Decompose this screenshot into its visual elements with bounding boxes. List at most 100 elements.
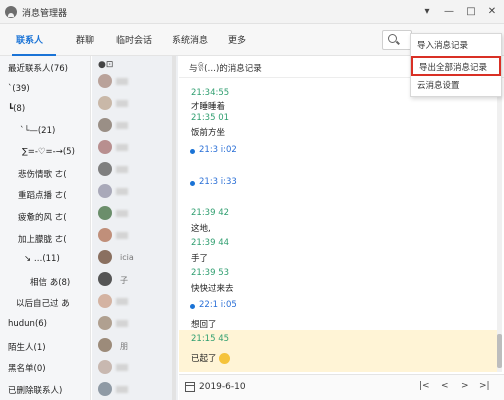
message-text: 这地, — [191, 224, 211, 234]
tab-groups[interactable]: 群聊 — [76, 33, 94, 46]
message-text: 才睡睡着 — [191, 102, 226, 112]
menu-item-import[interactable]: 导入消息记录 — [411, 36, 501, 56]
group-strangers[interactable]: 陌生人(1) — [8, 341, 46, 353]
contact-row[interactable] — [92, 180, 178, 204]
blurred-name — [116, 188, 128, 195]
message-text-content: 已起了 — [191, 354, 217, 364]
tab-system-messages[interactable]: 系统消息 — [172, 33, 208, 46]
current-date: 2019-6-10 — [199, 382, 246, 392]
message-footer: 2019-6-10 |< < > >| — [179, 374, 504, 400]
maximize-button[interactable]: □ — [462, 3, 480, 21]
avatar — [98, 338, 112, 352]
group-recent[interactable]: 最近联系人(76) — [8, 62, 68, 74]
conversation-title: 与ꐠ(…)的消息记录 — [189, 64, 262, 74]
blurred-name — [116, 364, 128, 371]
group-item[interactable]: 以后自己过 あ — [16, 297, 70, 309]
group-item[interactable]: 相信 あ(8) — [30, 276, 70, 288]
first-page-button[interactable]: |< — [419, 381, 430, 391]
message-time: 21:39 53 — [191, 268, 230, 278]
contact-row[interactable]: 子 — [92, 268, 178, 292]
group-deleted[interactable]: 已删除联系人) — [8, 384, 62, 396]
blurred-name — [116, 144, 128, 151]
group-item[interactable]: ↘ …(11) — [24, 254, 60, 264]
last-page-button[interactable]: >| — [479, 381, 490, 391]
avatar — [98, 316, 112, 330]
message-text: 饭前方坐 — [191, 128, 226, 138]
group-item[interactable]: 疲惫的风 ㄜ( — [18, 211, 67, 223]
blurred-name — [116, 100, 128, 107]
blurred-name — [116, 320, 128, 327]
avatar — [98, 96, 112, 110]
next-page-button[interactable]: > — [461, 381, 469, 391]
contact-row[interactable] — [92, 312, 178, 336]
message-history-panel: 与ꐠ(…)的消息记录 21:34:55 才睡睡着 21:35 01 饭前方坐 2… — [179, 56, 504, 400]
message-text: 手了 — [191, 254, 209, 264]
avatar — [98, 228, 112, 242]
blurred-name — [116, 78, 128, 85]
group-item[interactable]: 重蹈点播 ㄜ( — [18, 189, 67, 201]
avatar — [98, 294, 112, 308]
message-scrollbar-thumb[interactable] — [497, 334, 502, 368]
contact-row[interactable] — [92, 92, 178, 116]
group-item[interactable]: `(39) — [8, 84, 30, 94]
blurred-name — [116, 232, 128, 239]
tab-temp-chats[interactable]: 临时会话 — [116, 33, 152, 46]
tab-contacts[interactable]: 联系人 — [16, 33, 43, 46]
group-item[interactable]: ┗(8) — [8, 104, 25, 114]
contact-row[interactable] — [92, 70, 178, 94]
message-time: 21:15 45 — [191, 334, 230, 344]
message-time: 21:3 i:02 — [199, 145, 237, 155]
blurred-name — [116, 298, 128, 305]
message-scrollbar[interactable] — [497, 78, 502, 372]
contact-row[interactable] — [92, 356, 178, 380]
message-text: 已起了 — [191, 352, 230, 364]
tab-more[interactable]: 更多 — [228, 33, 246, 46]
contact-row[interactable]: 朋 — [92, 334, 178, 358]
sent-indicator-icon — [190, 149, 195, 154]
blurred-name — [116, 210, 128, 217]
menu-item-cloud-settings[interactable]: 云消息设置 — [411, 76, 501, 96]
calendar-icon[interactable] — [185, 382, 195, 392]
avatar — [98, 118, 112, 132]
grinning-emoji-icon — [218, 353, 230, 364]
contact-group-list: 最近联系人(76) `(39) ┗(8) `└—(21) ∑=-♡=-→(5) … — [0, 56, 91, 400]
group-item[interactable]: `└—(21) — [20, 126, 55, 136]
sent-indicator-icon — [190, 181, 195, 186]
message-time: 21:39 42 — [191, 208, 230, 218]
previous-page-button[interactable]: < — [441, 381, 449, 391]
group-item[interactable]: 悲伤情歌 ㄜ( — [18, 168, 67, 180]
contact-row[interactable] — [92, 202, 178, 226]
contact-row[interactable] — [92, 114, 178, 138]
message-time: 21:35 01 — [191, 113, 230, 123]
group-item[interactable]: ∑=-♡=-→(5) — [22, 147, 75, 157]
contact-row[interactable] — [92, 158, 178, 182]
avatar — [98, 184, 112, 198]
avatar — [98, 360, 112, 374]
more-options-menu: 导入消息记录 导出全部消息记录 云消息设置 — [410, 33, 502, 97]
sent-indicator-icon — [190, 304, 195, 309]
group-hudun[interactable]: hudun(6) — [8, 319, 47, 329]
minimize-button[interactable]: — — [440, 3, 458, 21]
message-time: 21:39 44 — [191, 238, 230, 248]
contact-row[interactable] — [92, 378, 178, 400]
contact-row[interactable] — [92, 224, 178, 248]
message-text: 快快过来去 — [191, 284, 234, 294]
contact-row[interactable]: icia — [92, 246, 178, 270]
window-title: 消息管理器 — [22, 9, 68, 19]
contact-row[interactable] — [92, 290, 178, 314]
close-button[interactable]: ✕ — [483, 3, 501, 21]
group-blacklist[interactable]: 黑名单(0) — [8, 362, 46, 374]
contact-list: ●⊡ icia 子 朋 — [92, 56, 178, 400]
avatar — [98, 206, 112, 220]
contact-row[interactable] — [92, 136, 178, 160]
group-item[interactable]: 加上朦胧 ㄜ( — [18, 233, 67, 245]
menu-item-export-all[interactable]: 导出全部消息记录 — [411, 56, 501, 76]
contact-list-scrollbar[interactable] — [172, 56, 176, 400]
blurred-name — [116, 386, 128, 393]
avatar — [98, 272, 112, 286]
avatar — [98, 162, 112, 176]
contact-list-header-icon: ●⊡ — [98, 60, 114, 70]
dropdown-arrow-icon[interactable]: ▾ — [418, 3, 436, 21]
message-time: 21:3 i:33 — [199, 177, 237, 187]
message-text: 想回了 — [191, 320, 217, 330]
